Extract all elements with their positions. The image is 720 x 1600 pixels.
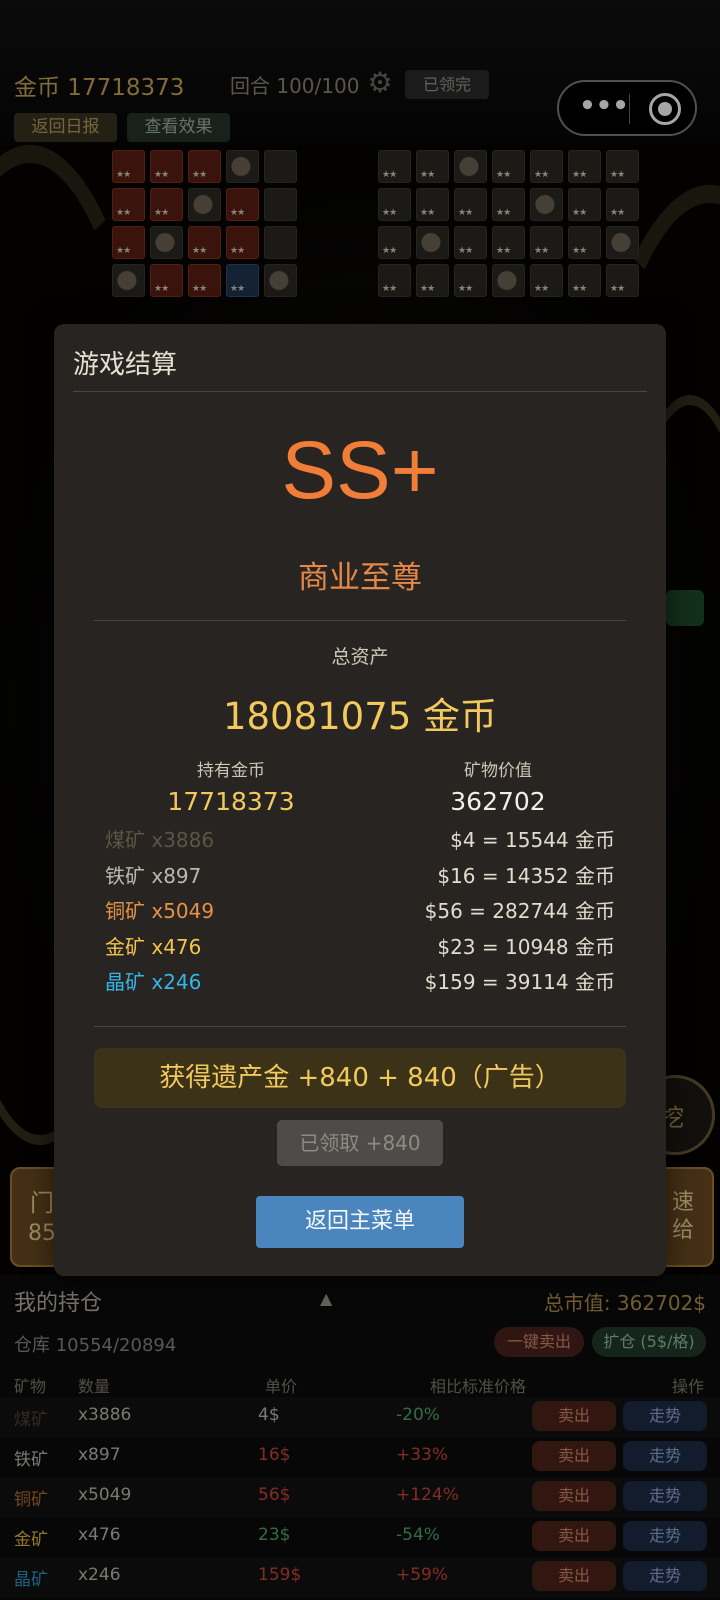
back-to-main-menu-button[interactable]: 返回主菜单 <box>256 1196 464 1248</box>
ore-divider <box>94 1026 626 1027</box>
ore-row-value: $23 = 10948 金币 <box>437 934 615 959</box>
ore-row: 金矿 x476 $23 = 10948 金币 <box>105 931 615 963</box>
held-coins-label: 持有金币 <box>197 761 265 781</box>
ore-row-value: $4 = 15544 金币 <box>450 828 615 852</box>
ore-row-value: $159 = 39114 金币 <box>424 970 615 994</box>
ore-value-value: 362702 <box>450 787 546 816</box>
ore-row: 铁矿 x897 $16 = 14352 金币 <box>105 860 615 892</box>
ore-row: 晶矿 x246 $159 = 39114 金币 <box>105 966 615 998</box>
ore-row-name: 晶矿 x246 <box>105 970 202 994</box>
total-assets-value: 18081075 金币 <box>222 695 498 738</box>
grade-divider <box>94 620 626 621</box>
claimed-button[interactable]: 已领取 +840 <box>277 1120 443 1166</box>
ore-row-name: 铜矿 x5049 <box>105 899 215 923</box>
total-assets-label: 总资产 <box>331 646 389 668</box>
dialog-title: 游戏结算 <box>73 350 178 380</box>
ore-row-name: 铁矿 x897 <box>105 863 202 888</box>
title-divider <box>73 391 647 392</box>
legacy-reward-banner: 获得遗产金 +840 + 840（广告） <box>94 1048 626 1108</box>
ore-row-value: $56 = 282744 金币 <box>424 899 615 923</box>
ore-row-value: $16 = 14352 金币 <box>437 863 615 888</box>
grade-rank: SS+ <box>281 425 439 516</box>
ore-value-label: 矿物价值 <box>464 761 532 781</box>
ore-row: 煤矿 x3886 $4 = 15544 金币 <box>105 824 615 856</box>
ore-row-name: 煤矿 x3886 <box>105 828 215 852</box>
held-coins-block: 持有金币 17718373 <box>131 756 331 816</box>
held-coins-value: 17718373 <box>167 787 295 816</box>
settlement-dialog: 游戏结算 SS+ 商业至尊 总资产 18081075 金币 持有金币 17718… <box>54 324 666 1276</box>
ore-row: 铜矿 x5049 $56 = 282744 金币 <box>105 895 615 927</box>
grade-title: 商业至尊 <box>298 560 422 596</box>
ore-row-name: 金矿 x476 <box>105 934 202 959</box>
ore-value-block: 矿物价值 362702 <box>398 756 598 816</box>
